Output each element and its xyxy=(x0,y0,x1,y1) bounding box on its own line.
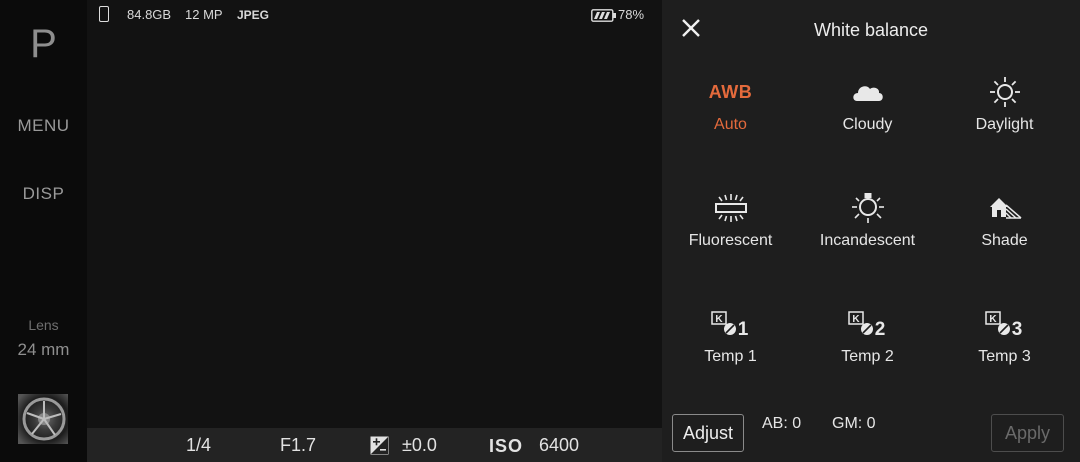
temp-1-icon: K 1 xyxy=(662,304,799,344)
file-format: JPEG xyxy=(237,8,270,22)
svg-text:3: 3 xyxy=(1011,319,1022,339)
wb-option-label: Temp 2 xyxy=(841,348,894,365)
wb-option-label: Fluorescent xyxy=(688,232,773,249)
svg-text:K: K xyxy=(989,314,997,325)
wb-option-label: Shade xyxy=(981,232,1028,249)
exposure-compensation-value[interactable]: ±0.0 xyxy=(402,435,437,456)
gm-value: GM: 0 xyxy=(832,415,876,432)
exposure-bar: 1/4 F1.7 ±0.0 ISO 6400 xyxy=(87,428,662,462)
temp-2-icon: K 2 xyxy=(799,304,936,344)
svg-text:K: K xyxy=(715,314,723,325)
status-bar: 84.8GB 12 MP JPEG 78% xyxy=(87,0,662,30)
svg-text:1: 1 xyxy=(737,319,748,339)
temp-3-icon: K 3 xyxy=(936,304,1073,344)
image-resolution: 12 MP xyxy=(185,7,223,22)
battery-level: 78% xyxy=(618,7,645,22)
lens-value[interactable]: 24 mm xyxy=(0,340,87,360)
bulb-icon xyxy=(799,188,936,228)
wb-option-label: Temp 3 xyxy=(978,348,1031,365)
wb-option-daylight[interactable]: Daylight xyxy=(936,72,1073,172)
viewfinder[interactable]: 84.8GB 12 MP JPEG 78% 1/4 F1.7 ±0.0 ISO … xyxy=(87,0,662,462)
lens-label: Lens xyxy=(28,317,59,333)
sun-icon xyxy=(936,72,1073,112)
svg-text:K: K xyxy=(852,314,860,325)
shutter-speed[interactable]: 1/4 xyxy=(186,435,211,456)
phone-storage-icon xyxy=(99,6,109,22)
wb-option-label: Cloudy xyxy=(842,116,893,133)
shooting-mode[interactable]: P xyxy=(0,22,87,67)
wb-option-label: Daylight xyxy=(975,116,1034,133)
last-photo-thumbnail[interactable] xyxy=(18,394,68,444)
panel-title: White balance xyxy=(813,20,929,40)
ab-value: AB: 0 xyxy=(762,415,802,432)
iso-label: ISO xyxy=(489,436,524,456)
iso-value[interactable]: 6400 xyxy=(539,435,579,456)
menu-button[interactable]: MENU xyxy=(0,116,87,136)
cloud-icon xyxy=(799,72,936,112)
wb-option-temp-2[interactable]: K 2 Temp 2 xyxy=(799,304,936,404)
fluorescent-icon xyxy=(662,188,799,228)
left-rail: P MENU DISP Lens 24 mm xyxy=(0,0,87,462)
wb-option-cloudy[interactable]: Cloudy xyxy=(799,72,936,172)
wb-option-label: Temp 1 xyxy=(704,348,757,365)
apply-button[interactable]: Apply xyxy=(991,414,1064,452)
wb-option-temp-1[interactable]: K 1 Temp 1 xyxy=(662,304,799,404)
wb-option-shade[interactable]: Shade xyxy=(936,188,1073,288)
adjust-button[interactable]: Adjust xyxy=(672,414,744,452)
white-balance-panel: White balance AWB Auto Cloudy Daylight F… xyxy=(662,0,1080,462)
exposure-compensation-icon xyxy=(370,436,389,455)
aperture[interactable]: F1.7 xyxy=(280,435,316,456)
awb-icon: AWB xyxy=(708,81,753,102)
battery-icon xyxy=(591,9,616,22)
wb-option-fluorescent[interactable]: Fluorescent xyxy=(662,188,799,288)
storage-remaining: 84.8GB xyxy=(127,7,172,22)
wb-option-incandescent[interactable]: Incandescent xyxy=(799,188,936,288)
wb-option-label: Auto xyxy=(714,116,747,133)
wb-option-auto[interactable]: AWB Auto xyxy=(662,72,799,172)
shade-icon xyxy=(936,188,1073,228)
disp-button[interactable]: DISP xyxy=(0,184,87,204)
svg-text:2: 2 xyxy=(874,319,885,339)
wb-option-temp-3[interactable]: K 3 Temp 3 xyxy=(936,304,1073,404)
wb-option-label: Incandescent xyxy=(819,232,916,249)
